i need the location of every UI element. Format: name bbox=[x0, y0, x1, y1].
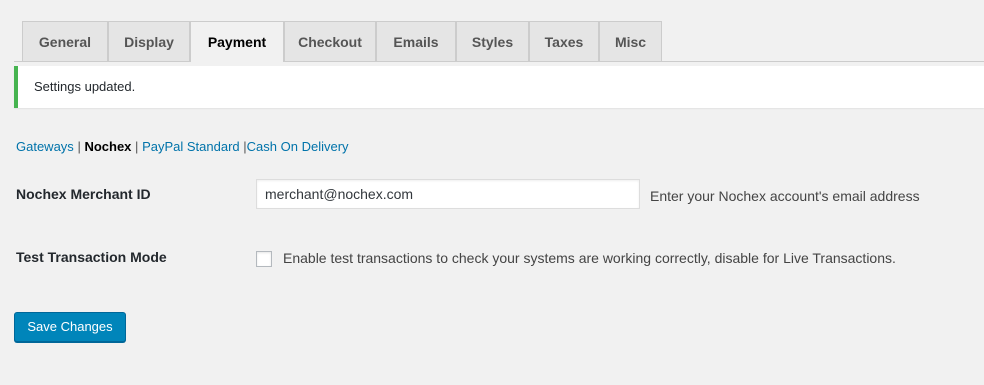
tab-payment[interactable]: Payment bbox=[190, 21, 284, 62]
tab-display[interactable]: Display bbox=[108, 21, 190, 61]
merchant-id-label: Nochex Merchant ID bbox=[16, 186, 151, 202]
subnav-separator: | bbox=[135, 139, 139, 154]
subnav-link-cash-on-delivery[interactable]: Cash On Delivery bbox=[247, 139, 349, 154]
test-mode-description: Enable test transactions to check your s… bbox=[283, 250, 896, 266]
subnav-current-nochex: Nochex bbox=[84, 139, 132, 154]
tab-emails[interactable]: Emails bbox=[376, 21, 456, 61]
test-mode-checkbox[interactable] bbox=[256, 251, 272, 267]
save-changes-button[interactable]: Save Changes bbox=[14, 312, 126, 342]
tab-checkout[interactable]: Checkout bbox=[284, 21, 376, 61]
subnav-link-gateways[interactable]: Gateways bbox=[16, 139, 74, 154]
settings-updated-notice: Settings updated. bbox=[14, 66, 984, 108]
tab-styles[interactable]: Styles bbox=[456, 21, 529, 61]
gateway-subnav: Gateways | Nochex | PayPal Standard |Cas… bbox=[16, 139, 349, 155]
merchant-id-input[interactable] bbox=[256, 179, 640, 209]
tab-taxes[interactable]: Taxes bbox=[529, 21, 599, 61]
test-mode-label: Test Transaction Mode bbox=[16, 249, 167, 265]
merchant-id-description: Enter your Nochex account's email addres… bbox=[650, 188, 920, 204]
subnav-link-paypal-standard[interactable]: PayPal Standard bbox=[142, 139, 240, 154]
notice-message: Settings updated. bbox=[34, 79, 136, 94]
tab-misc[interactable]: Misc bbox=[599, 21, 662, 61]
subnav-separator: | bbox=[77, 139, 81, 154]
tab-general[interactable]: General bbox=[22, 21, 108, 61]
settings-tabs: General Display Payment Checkout Emails … bbox=[14, 16, 984, 62]
